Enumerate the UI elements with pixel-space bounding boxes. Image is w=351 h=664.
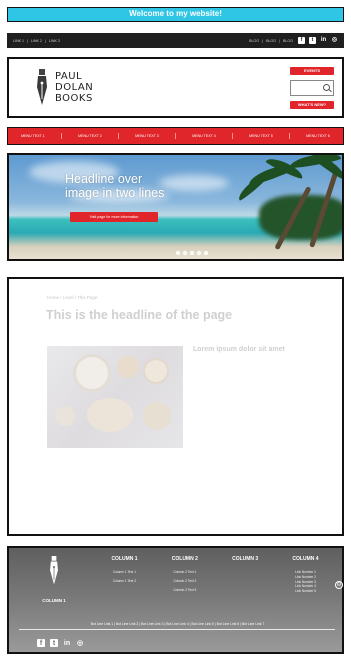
slider-dots	[176, 251, 208, 255]
top-social: f t in ◎	[298, 37, 338, 44]
footer-bottom-links[interactable]: Bot Line Link 1 | Bot Line Link 2 | Bot …	[9, 622, 346, 626]
breadcrumb[interactable]: Home / Level / This Page	[47, 295, 322, 300]
footer-column-title: COLUMN 1	[111, 556, 138, 562]
menu-item-4[interactable]: MENU TEXT 4	[192, 134, 216, 138]
hero-headline-line-2: image in two lines	[65, 186, 165, 200]
menu-divider	[117, 133, 119, 139]
top-link-3[interactable]: LINK 3	[49, 39, 60, 43]
hero-headline-line-1: Headline over	[65, 172, 143, 186]
twitter-icon[interactable]: t	[50, 639, 58, 647]
footer-column-2: COLUMN 2 Column 2 Text 1 Column 2 Text 2…	[157, 556, 212, 596]
menu-divider	[231, 133, 233, 139]
footer-column-item[interactable]: Column 2 Text 2	[157, 579, 212, 584]
hero-cta-button[interactable]: Visit page for more information	[70, 212, 158, 222]
blog-link-3[interactable]: BLOG	[283, 39, 293, 43]
slider-dot-2[interactable]	[183, 251, 187, 255]
logo-line-2: DOLAN	[55, 82, 94, 93]
footer-column-item[interactable]: Column 2 Text 3	[157, 588, 212, 593]
main-menu: MENU TEXT 1 MENU TEXT 2 MENU TEXT 3 MENU…	[7, 127, 344, 145]
footer-left-title: COLUMN 1	[42, 598, 66, 603]
top-link-separator: |	[27, 38, 28, 43]
photo-bowl	[73, 354, 111, 392]
linkedin-icon[interactable]: in	[320, 37, 327, 44]
content-columns: Lorem ipsum dolor sit amet	[47, 346, 322, 454]
blog-link-1[interactable]: BLOG	[249, 39, 259, 43]
logo-line-1: PAUL	[55, 71, 83, 82]
search-box[interactable]	[290, 79, 334, 96]
photo-bowl	[55, 406, 75, 426]
footer-column-4: COLUMN 4 Link Number 1 Link Number 2 Lin…	[278, 556, 333, 596]
footer-column-3: COLUMN 3	[218, 556, 273, 596]
footer-column-title: COLUMN 2	[171, 556, 198, 562]
menu-divider	[288, 133, 290, 139]
search-icon[interactable]	[323, 83, 330, 91]
baking-photo	[47, 346, 183, 448]
header-actions: EVENTS WHAT'S NEW?	[290, 66, 334, 109]
welcome-banner: Welcome to my website!	[7, 7, 344, 22]
hero-cloud	[159, 175, 229, 191]
instagram-icon[interactable]: ◎	[331, 37, 338, 44]
menu-item-6[interactable]: MENU TEXT 6	[306, 134, 330, 138]
whats-new-button[interactable]: WHAT'S NEW?	[290, 100, 334, 109]
blog-link-2[interactable]: BLOG	[266, 39, 276, 43]
hero-headline: Headline over image in two lines	[65, 172, 164, 200]
menu-item-3[interactable]: MENU TEXT 3	[135, 134, 159, 138]
blog-link-separator: |	[279, 38, 280, 43]
photo-bowl	[117, 356, 139, 378]
footer-column-item[interactable]: Column 1 Text 1	[97, 570, 152, 575]
fountain-pen-icon	[37, 68, 47, 105]
linkedin-icon[interactable]: in	[63, 639, 71, 647]
facebook-icon[interactable]: f	[298, 37, 305, 44]
top-utility-bar: LINK 1 | LINK 2 | LINK 3 BLOG | BLOG | B…	[7, 33, 344, 48]
footer-column-title: COLUMN 4	[292, 556, 319, 562]
twitter-icon[interactable]: t	[309, 37, 316, 44]
footer-columns: COLUMN 1 Column 1 Text 1 Column 1 Text 2…	[97, 556, 333, 596]
footer-brand-column: COLUMN 1	[19, 556, 89, 605]
blog-links: BLOG | BLOG | BLOG	[249, 39, 293, 43]
logo-line-3: BOOKS	[55, 93, 93, 104]
footer-link[interactable]: Link Number 5	[278, 589, 333, 594]
events-button[interactable]: EVENTS	[290, 66, 334, 75]
menu-item-5[interactable]: MENU TEXT 5	[249, 134, 273, 138]
top-links: LINK 1 | LINK 2 | LINK 3	[13, 39, 60, 43]
photo-bowl	[87, 398, 133, 432]
photo-bowl	[143, 358, 169, 384]
site-footer: COLUMN 1 COLUMN 1 Column 1 Text 1 Column…	[7, 546, 344, 654]
blog-link-separator: |	[262, 38, 264, 43]
hero-slider: Headline over image in two lines Visit p…	[7, 153, 344, 261]
slider-dot-5[interactable]	[204, 251, 208, 255]
menu-item-2[interactable]: MENU TEXT 2	[78, 134, 102, 138]
image-column	[47, 346, 183, 454]
slider-dot-3[interactable]	[190, 251, 194, 255]
menu-divider	[60, 133, 62, 139]
slider-dot-4[interactable]	[197, 251, 201, 255]
palm-frond	[235, 172, 269, 202]
article-text: Lorem ipsum dolor sit amet	[193, 346, 322, 454]
photo-bowl	[143, 402, 171, 430]
top-right: BLOG | BLOG | BLOG f t in ◎	[249, 37, 338, 44]
slider-dot-1[interactable]	[176, 251, 180, 255]
footer-social: f t in ◎	[37, 639, 84, 647]
footer-column-1: COLUMN 1 Column 1 Text 1 Column 1 Text 2	[97, 556, 152, 596]
facebook-icon[interactable]: f	[37, 639, 45, 647]
fountain-pen-icon	[50, 556, 58, 585]
menu-divider	[174, 133, 176, 139]
top-link-1[interactable]: LINK 1	[13, 39, 24, 43]
page-title: This is the headline of the page	[46, 308, 233, 322]
footer-column-item[interactable]: Column 2 Text 1	[157, 570, 212, 575]
footer-column-title: COLUMN 3	[232, 556, 259, 562]
article-title: Lorem ipsum dolor sit amet	[193, 346, 285, 353]
site-header: PAUL DOLAN BOOKS EVENTS WHAT'S NEW?	[7, 57, 344, 118]
top-link-separator: |	[44, 38, 46, 43]
menu-item-1[interactable]: MENU TEXT 1	[21, 134, 45, 138]
scroll-to-top-icon[interactable]: ⊖	[335, 581, 343, 589]
logo-text: PAUL DOLAN BOOKS	[55, 71, 93, 104]
instagram-icon[interactable]: ◎	[76, 639, 84, 647]
top-link-2[interactable]: LINK 2	[31, 39, 42, 43]
page-content: Home / Level / This Page This is the hea…	[7, 277, 344, 536]
footer-column-item[interactable]: Column 1 Text 2	[97, 579, 152, 584]
footer-divider	[19, 629, 335, 630]
site-logo[interactable]: PAUL DOLAN BOOKS	[35, 68, 93, 107]
